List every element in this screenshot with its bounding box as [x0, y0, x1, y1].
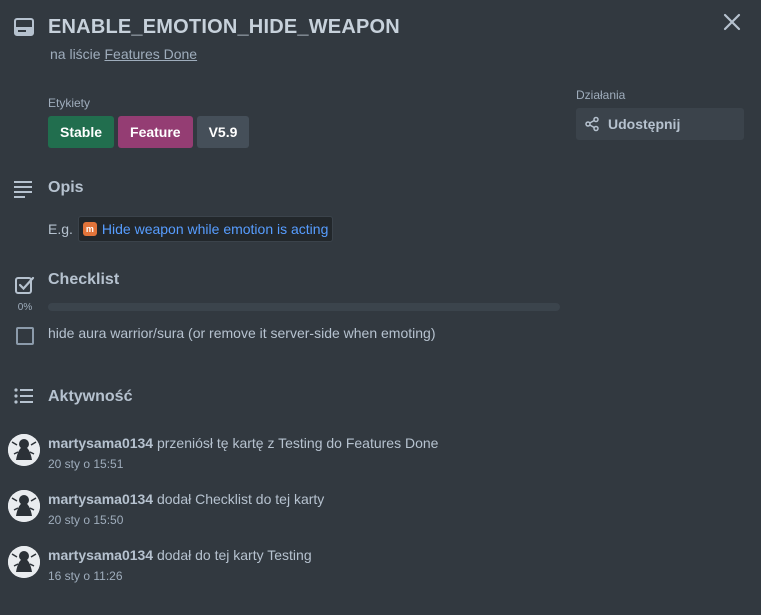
actions-heading: Działania	[576, 88, 626, 102]
share-button[interactable]: Udostępnij	[576, 108, 744, 140]
list-prefix: na liście	[50, 46, 101, 62]
description-body[interactable]: E.g. m Hide weapon while emotion is acti…	[48, 216, 334, 242]
activity-item: martysama0134 dodał Checklist do tej kar…	[8, 490, 568, 538]
repo-icon: m	[82, 222, 97, 236]
activity-time[interactable]: 16 sty o 11:26	[48, 569, 123, 583]
user-avatar-icon	[8, 546, 40, 578]
card-title[interactable]: ENABLE_EMOTION_HIDE_WEAPON	[48, 16, 400, 39]
share-icon	[585, 116, 599, 132]
activity-action: dodał Checklist do tej karty	[156, 491, 325, 507]
avatar[interactable]	[8, 546, 40, 578]
activity-text: martysama0134 przeniósł tę kartę z Testi…	[48, 435, 438, 451]
activity-action: przeniósł tę kartę z Testing do Features…	[156, 435, 439, 451]
checklist-progress-bar	[48, 303, 560, 311]
activity-action: dodał do tej karty Testing	[156, 547, 312, 563]
activity-text: martysama0134 dodał Checklist do tej kar…	[48, 491, 324, 507]
activity-time[interactable]: 20 sty o 15:51	[48, 457, 123, 471]
label-stable[interactable]: Stable	[48, 116, 115, 148]
card-detail-dialog: ENABLE_EMOTION_HIDE_WEAPON na liście Fea…	[0, 0, 761, 615]
activity-user[interactable]: martysama0134	[48, 547, 153, 563]
labels-heading: Etykiety	[48, 96, 91, 110]
user-avatar-icon	[8, 434, 40, 466]
avatar[interactable]	[8, 434, 40, 466]
description-icon	[14, 181, 32, 198]
card-list-info: na liście Features Done	[50, 46, 197, 62]
checklist-item-checkbox[interactable]	[16, 327, 34, 345]
activity-user[interactable]: martysama0134	[48, 435, 153, 451]
label-version[interactable]: V5.9	[196, 116, 250, 148]
label-feature[interactable]: Feature	[118, 116, 193, 148]
avatar[interactable]	[8, 490, 40, 522]
checklist-progress-percent: 0%	[17, 302, 33, 313]
activity-title: Aktywność	[48, 388, 133, 405]
activity-user[interactable]: martysama0134	[48, 491, 153, 507]
activity-item: martysama0134 przeniósł tę kartę z Testi…	[8, 434, 568, 482]
description-title: Opis	[48, 179, 84, 196]
checklist-icon	[15, 276, 35, 294]
close-icon[interactable]	[718, 8, 746, 36]
checklist-item-text[interactable]: hide aura warrior/sura (or remove it ser…	[48, 325, 435, 341]
list-link[interactable]: Features Done	[104, 46, 197, 62]
activity-time[interactable]: 20 sty o 15:50	[48, 513, 123, 527]
checklist-title: Checklist	[48, 271, 120, 288]
description-link[interactable]: m Hide weapon while emotion is acting	[77, 216, 334, 242]
share-label: Udostępnij	[608, 116, 681, 132]
card-icon	[14, 18, 34, 36]
activity-text: martysama0134 dodał do tej karty Testing	[48, 547, 312, 563]
description-prefix: E.g.	[48, 221, 73, 237]
activity-icon	[14, 388, 33, 404]
labels-list: Stable Feature V5.9	[48, 116, 250, 148]
user-avatar-icon	[8, 490, 40, 522]
activity-item: martysama0134 dodał do tej karty Testing…	[8, 546, 568, 594]
description-link-text: Hide weapon while emotion is acting	[101, 221, 329, 237]
